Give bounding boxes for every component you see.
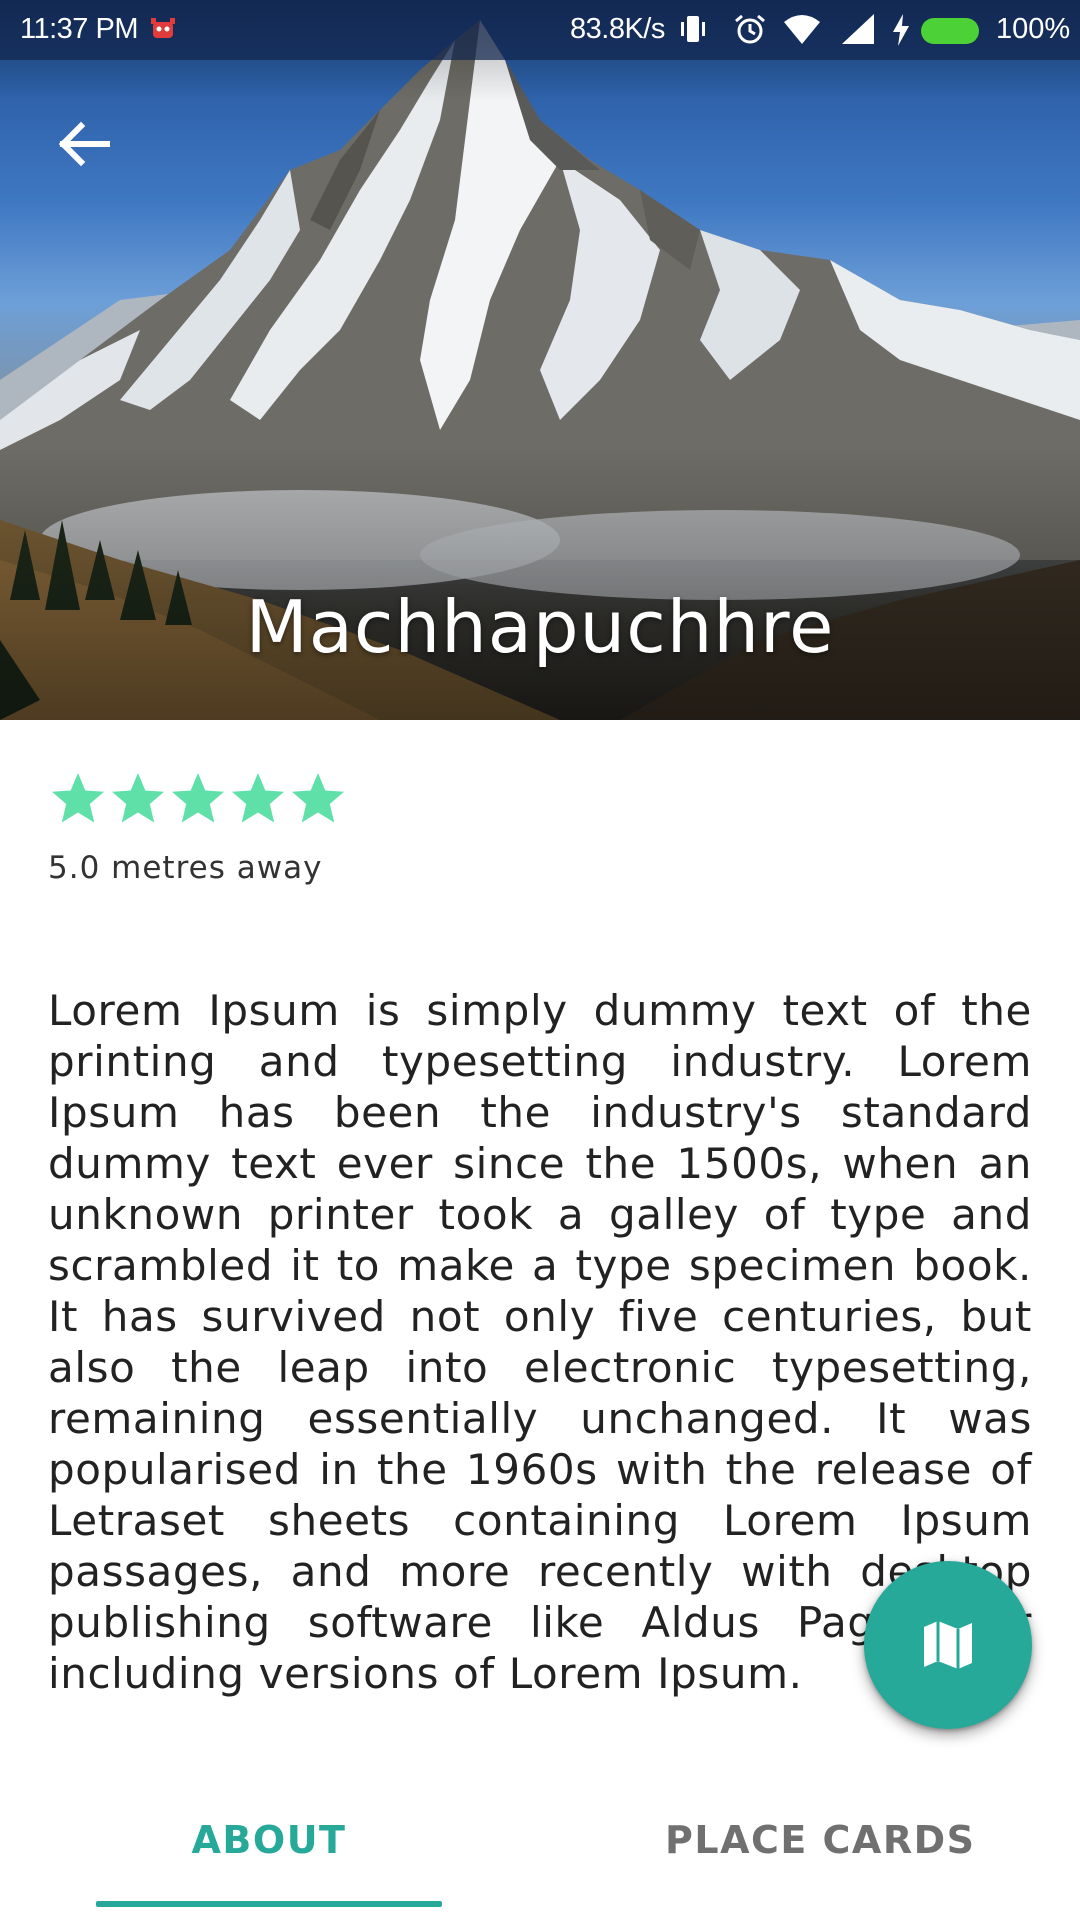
cell-signal-icon <box>842 14 874 44</box>
battery-icon <box>921 18 979 44</box>
charging-icon <box>893 14 909 46</box>
star-icon <box>292 773 344 823</box>
carrier-app-icon <box>151 18 175 38</box>
tab-indicator <box>96 1901 442 1907</box>
tab-about[interactable]: ABOUT <box>96 1780 442 1900</box>
wifi-icon <box>784 15 820 44</box>
star-icon <box>52 773 104 823</box>
tab-place-cards[interactable]: PLACE CARDS <box>560 1780 1060 1900</box>
back-button[interactable] <box>48 108 120 180</box>
map-icon <box>924 1621 972 1669</box>
status-time: 11:37 PM <box>20 13 138 45</box>
vibrate-icon <box>681 16 705 42</box>
status-bar: 11:37 PM 83.8K/s 100% <box>0 0 1080 60</box>
tab-bar: ABOUT PLACE CARDS <box>0 1780 1080 1920</box>
map-fab-button[interactable] <box>864 1561 1032 1729</box>
battery-percent: 100% <box>996 13 1071 45</box>
distance-text: 5.0 metres away <box>48 850 323 886</box>
star-icon <box>172 773 224 823</box>
arrow-left-icon <box>58 121 110 167</box>
star-rating <box>48 770 348 826</box>
net-speed: 83.8K/s <box>570 13 665 45</box>
place-title: Machhapuchhre <box>245 585 835 669</box>
star-icon <box>232 773 284 823</box>
alarm-icon <box>735 14 765 44</box>
star-icon <box>112 773 164 823</box>
